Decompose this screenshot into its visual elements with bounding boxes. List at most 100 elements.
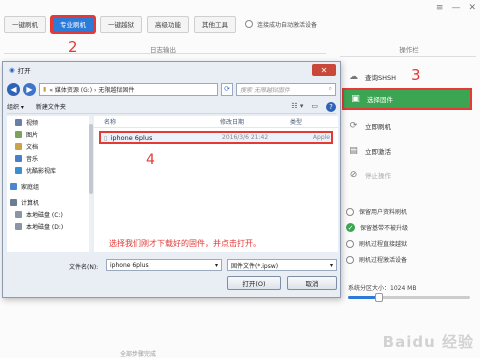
stop-icon: ⊘ — [349, 170, 358, 180]
dialog-title: ◉ 打开 — [9, 65, 31, 75]
option-radio[interactable] — [346, 255, 354, 264]
auto-activate-label: 连接成功自动激活设备 — [257, 21, 318, 29]
slider-knob[interactable] — [374, 293, 383, 302]
nav-item-icon — [15, 210, 22, 218]
option-keep-baseband[interactable]: ✓ 保留基带不被升级 — [346, 223, 408, 232]
nav-item[interactable]: 本地磁盘 (D:) — [7, 220, 92, 232]
menu-icon[interactable]: ≡ — [436, 3, 444, 13]
tab-one-click-flash[interactable]: 一键刷机 — [4, 15, 46, 33]
cloud-icon: ☁ — [349, 72, 358, 82]
new-folder-button[interactable]: 新建文件夹 — [36, 102, 66, 111]
nav-item[interactable]: 音乐 — [7, 152, 92, 164]
divider — [4, 53, 326, 54]
scrollbar-thumb[interactable] — [89, 124, 93, 194]
nav-item[interactable]: 本地磁盘 (C:) — [7, 208, 92, 220]
column-date[interactable]: 修改日期 — [220, 117, 290, 126]
column-type[interactable]: 类型 — [290, 117, 334, 126]
option-activate-during-flash[interactable]: 刷机过程激活设备 — [346, 255, 407, 264]
select-firmware-label: 选择固件 — [367, 96, 393, 104]
back-icon[interactable]: ◀ — [7, 82, 20, 96]
nav-item[interactable]: 图片 — [7, 128, 92, 140]
address-row: ◀ ▶ ▮ « 媒体资源 (G:) › 无限越狱固件 ⟳ 搜索 无限越狱固件 ⌕ — [7, 80, 336, 98]
annotation-step-4: 4 — [146, 152, 155, 168]
address-bar[interactable]: ▮ « 媒体资源 (G:) › 无限越狱固件 — [39, 82, 218, 96]
chevron-down-icon[interactable]: ▾ — [330, 262, 333, 269]
divider — [340, 56, 476, 57]
auto-activate-radio[interactable] — [245, 20, 253, 28]
nav-item-icon — [15, 166, 22, 174]
tab-advanced[interactable]: 高级功能 — [147, 15, 189, 33]
refresh-icon: ⟳ — [349, 121, 358, 131]
nav-item-icon — [15, 154, 22, 162]
nav-item[interactable]: 家庭组 — [7, 180, 92, 192]
operation-panel: 操作栏 ☁ 查询SHSH ▣ 选择固件 ⟳ 立即刷机 ▤ 立即激活 ⊘ 停止操作… — [338, 36, 480, 358]
chevron-down-icon[interactable]: ▾ — [215, 262, 218, 269]
operation-panel-title: 操作栏 — [399, 46, 419, 54]
navigation-pane: 视频图片文档音乐优酷影视库家庭组计算机本地磁盘 (C:) 本地磁盘 (D:) — [7, 116, 93, 252]
nav-item-icon — [15, 142, 22, 150]
nav-item-icon — [15, 118, 22, 126]
open-file-dialog: ◉ 打开 ✕ ◀ ▶ ▮ « 媒体资源 (G:) › 无限越狱固件 ⟳ 搜索 无… — [2, 61, 341, 298]
nav-item-label: 视频 — [26, 119, 39, 127]
slider-fill — [348, 296, 379, 299]
tab-pro-flash[interactable]: 专业刷机 — [51, 15, 95, 33]
close-button[interactable]: ✕ — [312, 64, 336, 76]
activate-icon: ▤ — [349, 146, 358, 156]
minimize-icon[interactable]: — — [451, 3, 460, 13]
nav-item[interactable]: 视频 — [7, 116, 92, 128]
navigation-scrollbar[interactable] — [89, 116, 93, 252]
query-shsh-button[interactable]: ☁ 查询SHSH — [342, 66, 472, 88]
dialog-footer: 文件名(N): iphone 6plus ▾ 固件文件(*.ipsw) ▾ 打开… — [7, 258, 337, 296]
folder-icon: ▮ — [43, 85, 47, 93]
preview-pane-icon[interactable]: ▭ — [311, 102, 318, 112]
select-firmware-button[interactable]: ▣ 选择固件 — [342, 88, 472, 110]
file-list-header: 名称 修改日期 类型 — [94, 116, 338, 128]
option-radio[interactable] — [346, 207, 354, 216]
organize-menu[interactable]: 组织 ▾ — [7, 102, 24, 111]
search-input[interactable]: 搜索 无限越狱固件 ⌕ — [236, 82, 336, 96]
nav-item-label: 本地磁盘 (C:) — [26, 211, 63, 219]
forward-icon[interactable]: ▶ — [23, 82, 36, 96]
nav-item[interactable]: 计算机 — [7, 196, 92, 208]
nav-item[interactable]: 文档 — [7, 140, 92, 152]
view-options-icon[interactable]: ☷ ▾ — [291, 102, 303, 112]
window-controls: ≡ — ✕ — [436, 3, 476, 13]
dialog-toolbar: 组织 ▾ 新建文件夹 ☷ ▾ ▭ ? — [7, 100, 336, 114]
cancel-button[interactable]: 取消 — [287, 276, 337, 290]
file-date: 2016/3/6 21:42 — [222, 134, 269, 141]
help-icon[interactable]: ? — [326, 101, 336, 112]
option-label: 刷机过程激活设备 — [359, 257, 408, 264]
nav-item-label: 家庭组 — [21, 183, 40, 191]
auto-activate-option[interactable]: 连接成功自动激活设备 — [245, 20, 317, 29]
activate-now-button[interactable]: ▤ 立即激活 — [342, 140, 472, 162]
check-icon[interactable]: ✓ — [346, 223, 355, 232]
open-button[interactable]: 打开(O) — [227, 276, 281, 290]
nav-item-label: 优酷影视库 — [26, 167, 57, 175]
filetype-value: 固件文件(*.ipsw) — [231, 262, 279, 270]
nav-item-label: 音乐 — [26, 155, 39, 163]
filename-label: 文件名(N): — [69, 264, 99, 271]
option-keep-user-data[interactable]: 保留用户资料刷机 — [346, 207, 407, 216]
option-jailbreak-during-flash[interactable]: 刷机过程直接越狱 — [346, 239, 407, 248]
nav-item-label: 图片 — [26, 131, 39, 139]
folder-icon: ▣ — [351, 94, 360, 104]
flash-now-label: 立即刷机 — [365, 123, 391, 131]
filename-input[interactable]: iphone 6plus ▾ — [106, 259, 222, 271]
tab-jailbreak[interactable]: 一键越狱 — [100, 15, 142, 33]
close-icon[interactable]: ✕ — [468, 3, 476, 13]
filetype-select[interactable]: 固件文件(*.ipsw) ▾ — [227, 259, 337, 271]
nav-item-label: 文档 — [26, 143, 39, 151]
flash-now-button[interactable]: ⟳ 立即刷机 — [342, 115, 472, 137]
annotation-step-3: 3 — [411, 66, 421, 84]
partition-size-label: 系统分区大小：1024 MB — [348, 285, 417, 292]
file-list: 名称 修改日期 类型 ▯ iphone 6plus 2016/3/6 21:42… — [94, 116, 338, 252]
option-label: 刷机过程直接越狱 — [359, 241, 408, 248]
refresh-icon[interactable]: ⟳ — [221, 82, 233, 96]
file-name: iphone 6plus — [110, 133, 153, 142]
stop-button[interactable]: ⊘ 停止操作 — [342, 164, 472, 186]
nav-item[interactable]: 优酷影视库 — [7, 164, 92, 176]
file-row[interactable]: ▯ iphone 6plus 2016/3/6 21:42 Apple — [99, 131, 333, 144]
partition-size-slider[interactable] — [348, 293, 470, 302]
tab-other-tools[interactable]: 其他工具 — [194, 15, 236, 33]
column-name[interactable]: 名称 — [94, 117, 220, 126]
